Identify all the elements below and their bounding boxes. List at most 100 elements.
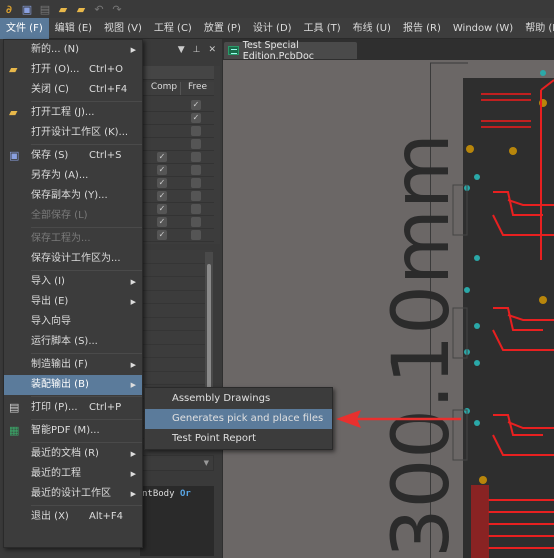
free-checkbox[interactable] — [191, 152, 201, 162]
menu-item-assembly-drawings[interactable]: Assembly Drawings — [145, 389, 332, 409]
file-menu-item[interactable]: 导出 (E) ▶ — [4, 292, 142, 312]
file-menu-item[interactable]: ▤ 打印 (P)... Ctrl+P — [4, 398, 142, 418]
column-comp[interactable]: Comp — [140, 82, 180, 95]
menu-reports[interactable]: 报告 (R) — [397, 18, 447, 39]
query-editor[interactable]: ntBody Or — [140, 486, 214, 556]
file-menu-item[interactable]: 关闭 (C) Ctrl+F4 — [4, 80, 142, 100]
file-menu-item[interactable]: 另存为 (A)... — [4, 166, 142, 186]
file-menu-item[interactable]: 运行脚本 (S)... — [4, 332, 142, 352]
menu-item-label: 制造输出 (F) — [31, 359, 88, 370]
file-menu-item[interactable]: 新的... (N) ▶ — [4, 40, 142, 60]
grid-row: ✓ — [140, 190, 214, 203]
close-icon[interactable]: ✕ — [208, 45, 216, 55]
redo-icon[interactable]: ↷ — [111, 3, 123, 16]
file-menu-item[interactable]: ▰ 打开 (O)... Ctrl+O — [4, 60, 142, 80]
menu-edit[interactable]: 编辑 (E) — [49, 18, 98, 39]
menu-separator — [31, 101, 142, 102]
file-menu-item[interactable]: 最近的工程 ▶ — [4, 464, 142, 484]
free-checkbox[interactable] — [191, 178, 201, 188]
file-menu-item[interactable]: ▣ 保存 (S) Ctrl+S — [4, 146, 142, 166]
free-checkbox[interactable] — [191, 139, 201, 149]
file-menu-item: 全部保存 (L) — [4, 206, 142, 226]
menu-view[interactable]: 视图 (V) — [98, 18, 148, 39]
submenu-arrow-icon: ▶ — [130, 381, 136, 389]
free-checkbox[interactable] — [191, 230, 201, 240]
dropdown-icon[interactable]: ▼ — [178, 45, 185, 55]
submenu-arrow-icon: ▶ — [130, 470, 136, 478]
menu-separator — [31, 419, 142, 420]
comp-checkbox[interactable]: ✓ — [157, 204, 167, 214]
menu-item-label: 打开设计工作区 (K)... — [31, 127, 129, 138]
menu-item-test-point-report[interactable]: Test Point Report — [145, 429, 332, 449]
comp-checkbox[interactable]: ✓ — [157, 178, 167, 188]
menu-place[interactable]: 放置 (P) — [198, 18, 247, 39]
menu-item-label: 全部保存 (L) — [31, 210, 88, 221]
file-menu-item[interactable]: 导入向导 — [4, 312, 142, 332]
query-keyword: Or — [179, 489, 191, 499]
menu-bar: 文件 (F) 编辑 (E) 视图 (V) 工程 (C) 放置 (P) 设计 (D… — [0, 17, 554, 39]
menu-item-label: 新的... (N) — [31, 44, 79, 55]
free-checkbox[interactable] — [191, 126, 201, 136]
column-free[interactable]: Free — [180, 82, 214, 95]
file-menu-item[interactable]: 保存设计工作区为... — [4, 249, 142, 269]
grid-row: ✓ — [140, 203, 214, 216]
panel-header: ▼ ⊥ ✕ — [140, 41, 220, 59]
query-text: ntBody — [142, 489, 175, 499]
file-menu-item[interactable]: 退出 (X) Alt+F4 — [4, 507, 142, 527]
grid-row: ✓ — [140, 151, 214, 164]
file-menu-item: 保存工程为... — [4, 229, 142, 249]
file-menu-item[interactable]: 打开设计工作区 (K)... — [4, 123, 142, 143]
file-menu-item[interactable]: 最近的设计工作区 ▶ — [4, 484, 142, 504]
menu-project[interactable]: 工程 (C) — [148, 18, 198, 39]
menu-separator — [31, 270, 142, 271]
menu-item-generate-pick-place[interactable]: Generates pick and place files — [145, 409, 332, 429]
open-icon[interactable]: ▰ — [57, 3, 69, 16]
comp-checkbox[interactable]: ✓ — [157, 217, 167, 227]
file-menu-item[interactable]: 最近的文档 (R) ▶ — [4, 444, 142, 464]
menu-tools[interactable]: 工具 (T) — [298, 18, 347, 39]
free-checkbox[interactable]: ✓ — [191, 113, 201, 123]
document-tab[interactable]: Test Special Edition.PcbDoc — [224, 40, 357, 62]
free-checkbox[interactable]: ✓ — [191, 100, 201, 110]
menu-item-label: 装配输出 (B) — [31, 379, 89, 390]
free-checkbox[interactable] — [191, 165, 201, 175]
file-menu-item[interactable]: 保存副本为 (Y)... — [4, 186, 142, 206]
menu-item-label: 保存 (S) — [31, 150, 69, 161]
file-menu-item[interactable]: 制造输出 (F) ▶ — [4, 355, 142, 375]
menu-design[interactable]: 设计 (D) — [247, 18, 298, 39]
save-icon[interactable]: ▣ — [21, 3, 33, 16]
pcb-canvas[interactable]: 300.10mm — [223, 60, 554, 558]
submenu-arrow-icon: ▶ — [130, 46, 136, 54]
pin-icon[interactable]: ⊥ — [193, 45, 201, 55]
menu-window[interactable]: Window (W) — [447, 18, 519, 39]
menu-route[interactable]: 布线 (U) — [347, 18, 397, 39]
menu-file[interactable]: 文件 (F) — [0, 17, 49, 39]
comp-checkbox[interactable]: ✓ — [157, 191, 167, 201]
print-icon: ▤ — [9, 401, 20, 414]
grid-row: ✓ — [140, 112, 214, 125]
grid-row: ✓ — [140, 99, 214, 112]
menu-item-label: 导入向导 — [31, 316, 71, 327]
file-menu-item[interactable]: ▰ 打开工程 (J)... — [4, 103, 142, 123]
menu-item-label: 退出 (X) — [31, 511, 69, 522]
file-menu-item[interactable]: ▦ 智能PDF (M)... — [4, 421, 142, 441]
grid-row: ✓ — [140, 216, 214, 229]
free-checkbox[interactable] — [191, 191, 201, 201]
pcb-doc-icon — [228, 46, 239, 55]
comp-checkbox[interactable]: ✓ — [157, 230, 167, 240]
menu-item-label: 保存设计工作区为... — [31, 253, 121, 264]
file-menu-item[interactable]: 装配输出 (B) ▶ — [4, 375, 142, 395]
free-checkbox[interactable] — [191, 204, 201, 214]
save-all-icon[interactable]: ▤ — [39, 3, 51, 16]
app-logo-icon: ∂ — [6, 2, 12, 16]
menu-help[interactable]: 帮助 (H) — [519, 18, 554, 39]
open-project-icon[interactable]: ▰ — [75, 3, 87, 16]
file-menu-item[interactable]: 导入 (I) ▶ — [4, 272, 142, 292]
undo-icon[interactable]: ↶ — [93, 3, 105, 16]
query-combo[interactable]: ▼ — [140, 455, 214, 471]
comp-checkbox[interactable]: ✓ — [157, 152, 167, 162]
comp-checkbox[interactable]: ✓ — [157, 165, 167, 175]
free-checkbox[interactable] — [191, 217, 201, 227]
grid-row — [140, 125, 214, 138]
dimension-text: 300.10mm — [377, 133, 467, 558]
